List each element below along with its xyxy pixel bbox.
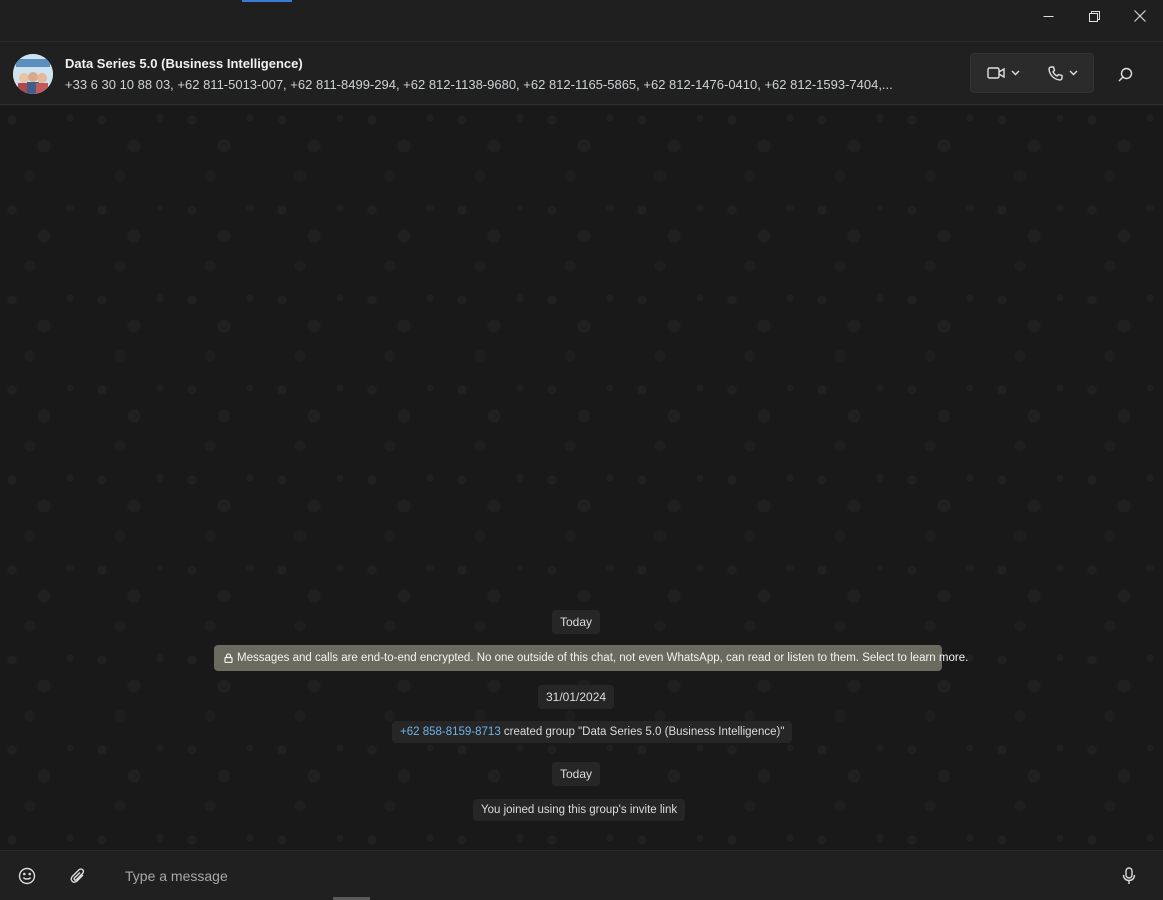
chevron-down-icon — [1069, 70, 1078, 76]
encryption-notice[interactable]: Messages and calls are end-to-end encryp… — [214, 645, 968, 671]
date-divider-date: 31/01/2024 — [538, 685, 615, 709]
video-call-button[interactable] — [973, 54, 1033, 92]
group-name: Data Series 5.0 (Business Intelligence) — [65, 56, 303, 71]
creator-phone-link[interactable]: +62 858-8159-8713 — [400, 726, 501, 738]
attach-button[interactable] — [62, 860, 94, 892]
title-bar — [0, 0, 1163, 32]
emoji-icon — [18, 867, 36, 885]
microphone-icon — [1122, 867, 1136, 884]
date-divider-today: Today — [552, 610, 601, 634]
participants-list: +33 6 30 10 88 03, +62 811-5013-007, +62… — [65, 77, 893, 92]
paperclip-icon — [70, 868, 85, 883]
message-composer — [0, 850, 1163, 900]
phone-icon — [1048, 65, 1063, 81]
close-icon — [1134, 10, 1146, 22]
group-created-text: created group "Data Series 5.0 (Business… — [500, 726, 785, 738]
restore-icon — [1088, 10, 1100, 22]
date-divider-today-2: Today — [552, 762, 601, 786]
call-buttons-group — [970, 53, 1094, 93]
encryption-notice-text: Messages and calls are end-to-end encryp… — [237, 652, 969, 664]
chevron-down-icon — [1011, 70, 1019, 76]
minimize-button[interactable] — [1025, 0, 1071, 32]
voice-message-button[interactable] — [1113, 860, 1145, 892]
chat-header[interactable]: Data Series 5.0 (Business Intelligence) … — [0, 41, 1163, 105]
emoji-button[interactable] — [11, 860, 43, 892]
lock-icon — [224, 653, 233, 663]
search-button[interactable] — [1108, 58, 1142, 90]
message-input[interactable] — [112, 861, 1092, 891]
group-avatar[interactable] — [13, 54, 53, 94]
whatsapp-window: Data Series 5.0 (Business Intelligence) … — [0, 0, 1163, 900]
chat-messages-area[interactable]: Today Messages and calls are end-to-end … — [0, 106, 1163, 850]
close-button[interactable] — [1117, 0, 1163, 32]
system-message-joined: You joined using this group's invite lin… — [473, 799, 686, 821]
group-avatar-image — [13, 54, 53, 94]
title-accent-bar — [242, 0, 292, 2]
minimize-icon — [1043, 15, 1053, 17]
search-icon — [1118, 67, 1132, 81]
voice-call-button[interactable] — [1033, 54, 1093, 92]
video-camera-icon — [986, 67, 1005, 79]
restore-button[interactable] — [1071, 0, 1117, 32]
system-message-group-created: +62 858-8159-8713 created group "Data Se… — [392, 721, 793, 743]
